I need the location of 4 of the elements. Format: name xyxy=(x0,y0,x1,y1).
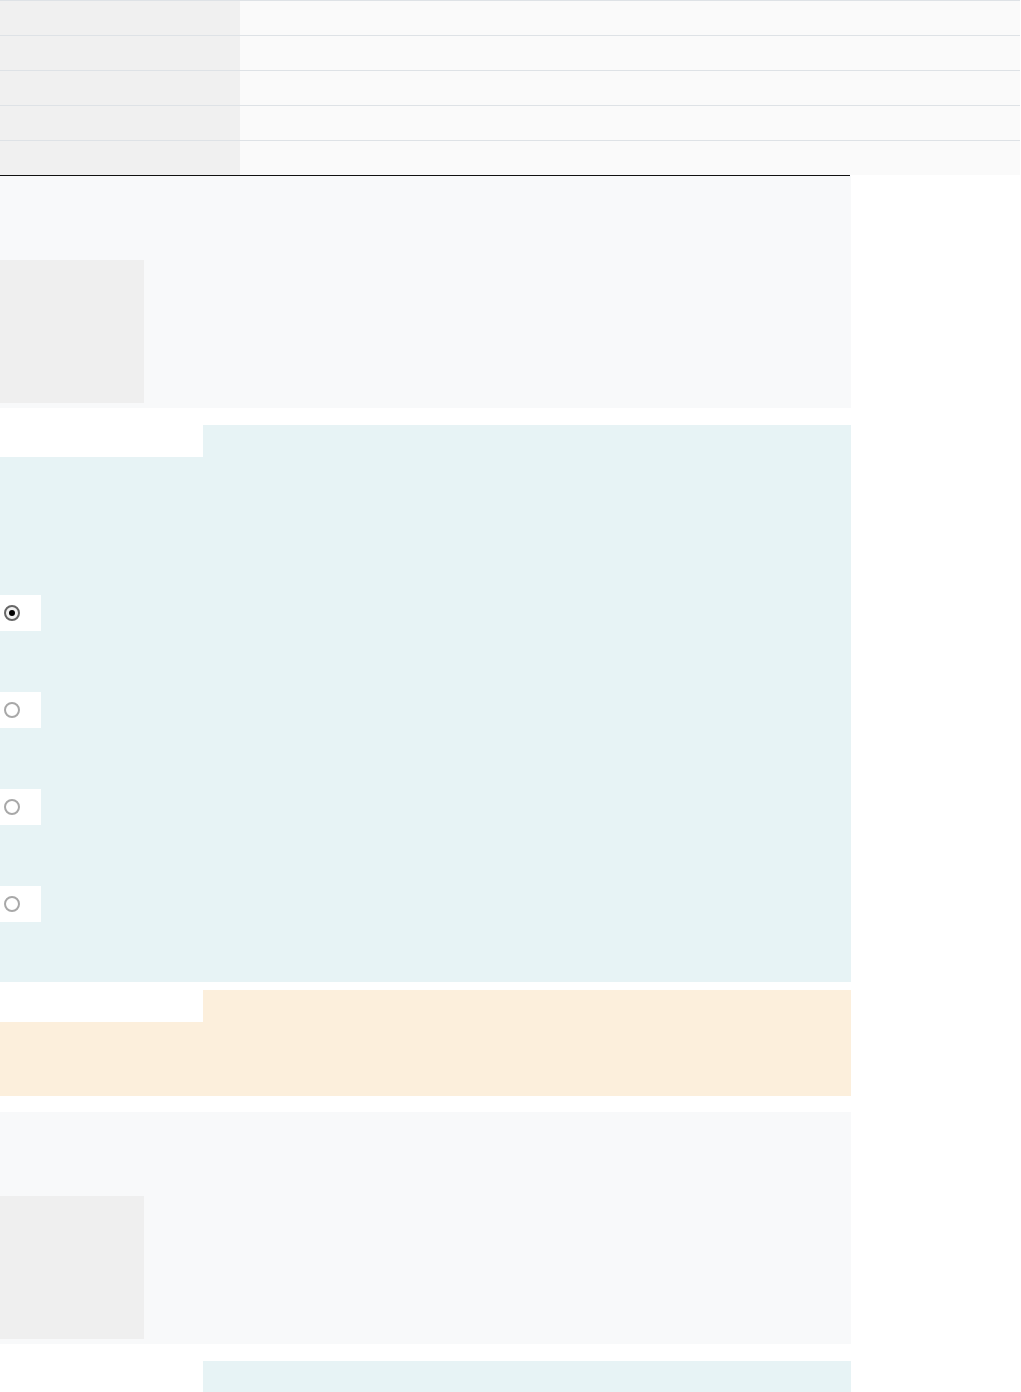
radio-button[interactable] xyxy=(0,789,41,825)
radio-button[interactable] xyxy=(0,595,41,631)
radio-button[interactable] xyxy=(0,692,41,728)
radio-button[interactable] xyxy=(0,886,41,922)
